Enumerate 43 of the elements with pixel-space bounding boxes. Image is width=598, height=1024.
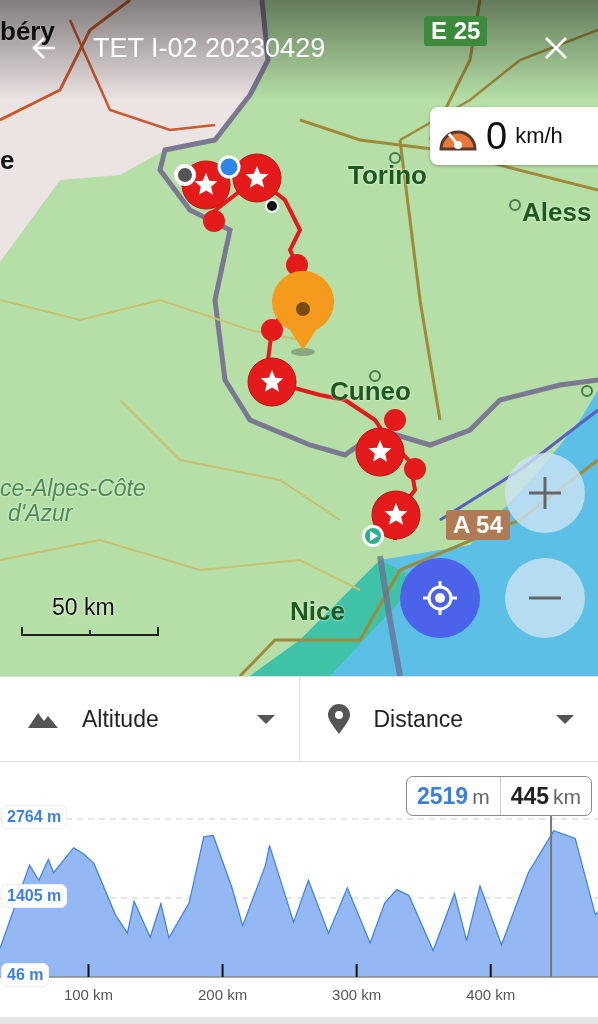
scale-label: 50 km (52, 594, 115, 621)
axis-label: 300 km (332, 986, 382, 1003)
location-pin-icon (327, 704, 350, 734)
cursor-line[interactable] (550, 813, 553, 978)
distance-value: 445 (510, 782, 549, 810)
route-point-marker[interactable] (384, 409, 406, 431)
caret-down-icon (556, 714, 574, 724)
road-sign: E 25 (424, 16, 488, 46)
tick-mark (355, 963, 358, 978)
axis-label: 400 km (466, 986, 516, 1003)
map-place-label: e (0, 145, 15, 176)
speed-widget[interactable]: 0 km/h (430, 107, 598, 165)
map-place-label: ce-Alpes-Côte (0, 475, 146, 502)
map-place-label: Aless (522, 197, 592, 228)
axis-label: 2764 m (1, 804, 68, 829)
caret-down-icon (256, 714, 275, 724)
map-place-label: Cuneo (330, 376, 411, 407)
waypoint-dot (265, 199, 279, 213)
route-point-marker[interactable] (404, 458, 426, 480)
axis-label: 46 m (1, 963, 50, 987)
start-play-icon (362, 525, 384, 547)
unit-label: km (553, 784, 581, 809)
map-pin-icon[interactable] (272, 270, 334, 356)
map-place-label: d'Azur (8, 500, 73, 527)
axis-label: 1405 m (1, 884, 68, 908)
axis-label: 200 km (197, 986, 248, 1003)
altitude-value: 2519 (416, 782, 469, 810)
route-point-marker[interactable] (261, 319, 283, 341)
speed-value: 0 (486, 114, 508, 158)
close-icon (544, 36, 568, 60)
tick-mark (221, 963, 224, 978)
axis-label: 100 km (63, 986, 114, 1003)
tick-mark (489, 963, 492, 978)
route-point-marker[interactable] (203, 210, 225, 232)
road-sign: A 54 (446, 510, 510, 540)
speed-unit: km/h (515, 123, 563, 149)
plus-icon (528, 476, 562, 510)
tick-mark (87, 963, 90, 978)
minus-icon (528, 596, 562, 600)
location-dot (217, 155, 241, 179)
unit-label: m (472, 784, 490, 809)
crosshair-icon (422, 580, 458, 616)
map-place-label: béry (0, 16, 55, 47)
